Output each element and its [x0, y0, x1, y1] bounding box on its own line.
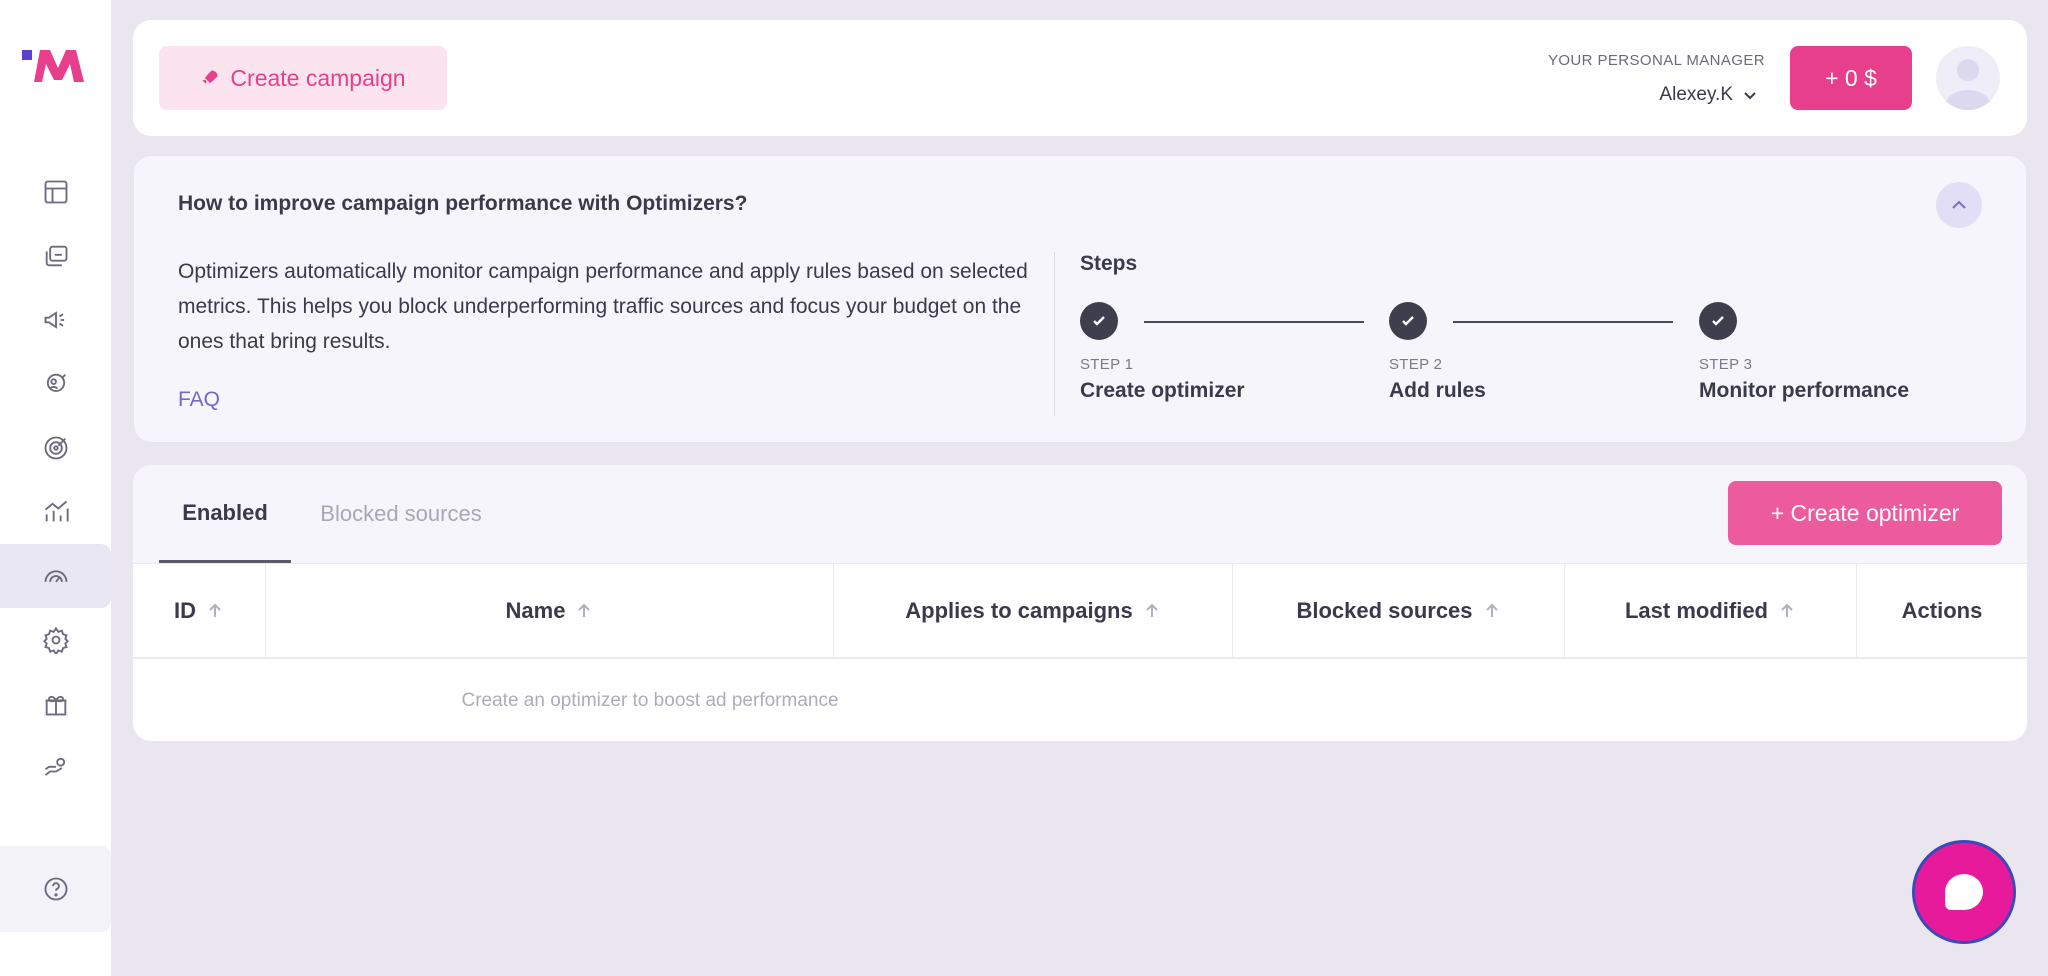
step-3: STEP 3 Monitor performance	[1699, 302, 1909, 403]
create-campaign-label: Create campaign	[230, 64, 406, 91]
optimizers-table-panel: Enabled Blocked sources + Create optimiz…	[133, 465, 2027, 741]
column-label: Name	[505, 598, 566, 623]
column-applies-to-campaigns[interactable]: Applies to campaigns	[834, 564, 1233, 658]
sort-arrow-up-icon	[578, 603, 591, 617]
create-optimizer-button[interactable]: + Create optimizer	[1728, 481, 2002, 545]
column-label: Applies to campaigns	[905, 598, 1133, 623]
column-id[interactable]: ID	[133, 564, 266, 658]
empty-state-message: Create an optimizer to boost ad performa…	[461, 690, 839, 711]
step-2: STEP 2 Add rules	[1389, 302, 1486, 403]
info-description: Optimizers automatically monitor campaig…	[178, 260, 1028, 353]
check-icon	[1093, 316, 1105, 326]
megaphone-icon	[44, 311, 64, 329]
step-number: STEP 3	[1699, 356, 1753, 373]
info-title: How to improve campaign performance with…	[178, 192, 748, 215]
gift-icon	[45, 695, 66, 716]
audience-icon	[46, 373, 66, 392]
manager-name: Alexey.K	[1659, 84, 1733, 105]
collapse-button[interactable]	[1936, 182, 1982, 228]
step-connector	[1453, 321, 1673, 323]
gear-icon	[42, 626, 69, 654]
column-label: Actions	[1901, 598, 1983, 623]
rocket-icon	[202, 70, 218, 84]
sidebar	[0, 0, 111, 976]
sidebar-item-rewards[interactable]	[0, 672, 111, 736]
sort-arrow-up-icon	[209, 603, 221, 617]
tab-enabled[interactable]: Enabled	[159, 465, 291, 563]
sidebar-item-optimizers[interactable]	[0, 544, 111, 608]
target-icon	[44, 436, 67, 460]
top-header: Create campaign YOUR PERSONAL MANAGER Al…	[133, 20, 2027, 136]
step-number: STEP 2	[1389, 356, 1443, 373]
help-button[interactable]	[0, 846, 111, 932]
tab-blocked-sources[interactable]: Blocked sources	[305, 465, 497, 563]
sidebar-item-settings[interactable]	[0, 608, 111, 672]
optimizers-info-panel: How to improve campaign performance with…	[133, 155, 2027, 443]
chat-bubble-icon	[1945, 874, 1983, 910]
chevron-up-icon	[1952, 200, 1966, 209]
steps-title: Steps	[1080, 252, 1138, 275]
table-header: ID Name Applies to campaigns Blocked sou…	[133, 563, 2027, 659]
chat-widget-button[interactable]	[1912, 840, 2016, 944]
chart-icon	[44, 500, 69, 522]
sidebar-item-audiences[interactable]	[0, 352, 111, 416]
tabs-bar: Enabled Blocked sources + Create optimiz…	[133, 465, 2027, 563]
faq-link[interactable]: FAQ	[178, 388, 220, 412]
sidebar-item-campaigns[interactable]	[0, 288, 111, 352]
column-blocked-sources[interactable]: Blocked sources	[1233, 564, 1565, 658]
creatives-icon	[45, 245, 67, 267]
step-check	[1080, 302, 1118, 340]
check-icon	[1712, 316, 1724, 326]
sort-arrow-up-icon	[1485, 603, 1498, 617]
step-label: Monitor performance	[1699, 379, 1910, 402]
sidebar-item-targeting[interactable]	[0, 416, 111, 480]
hand-coin-icon	[44, 757, 65, 776]
sidebar-item-dashboard[interactable]	[0, 160, 111, 224]
sidebar-item-payments[interactable]	[0, 736, 111, 800]
step-1: STEP 1 Create optimizer	[1080, 302, 1245, 403]
step-check	[1699, 302, 1737, 340]
sort-arrow-up-icon	[1781, 603, 1793, 617]
column-label: Last modified	[1624, 598, 1768, 623]
add-balance-button[interactable]: + 0 $	[1790, 46, 1912, 110]
column-name[interactable]: Name	[266, 564, 834, 658]
gauge-icon	[44, 570, 67, 583]
user-avatar-icon	[1946, 59, 1990, 110]
sidebar-item-statistics[interactable]	[0, 480, 111, 544]
column-label: ID	[174, 598, 196, 623]
divider	[1054, 252, 1055, 416]
chevron-down-icon	[1744, 92, 1756, 100]
brand-logo[interactable]	[22, 46, 88, 84]
dashboard-icon	[44, 180, 67, 204]
sort-arrow-up-icon	[1145, 603, 1158, 617]
step-label: Add rules	[1389, 379, 1486, 402]
sidebar-item-creatives[interactable]	[0, 224, 111, 288]
step-number: STEP 1	[1080, 356, 1134, 373]
step-check	[1389, 302, 1427, 340]
column-actions: Actions	[1857, 564, 2027, 658]
column-last-modified[interactable]: Last modified	[1565, 564, 1857, 658]
manager-label: YOUR PERSONAL MANAGER	[1547, 52, 1765, 69]
manager-dropdown[interactable]: Alexey.K	[1659, 84, 1757, 106]
check-icon	[1402, 316, 1414, 326]
help-icon	[44, 877, 67, 901]
column-label: Blocked sources	[1296, 598, 1473, 623]
step-label: Create optimizer	[1080, 379, 1245, 402]
create-campaign-button[interactable]: Create campaign	[159, 46, 447, 110]
avatar[interactable]	[1936, 46, 2000, 110]
